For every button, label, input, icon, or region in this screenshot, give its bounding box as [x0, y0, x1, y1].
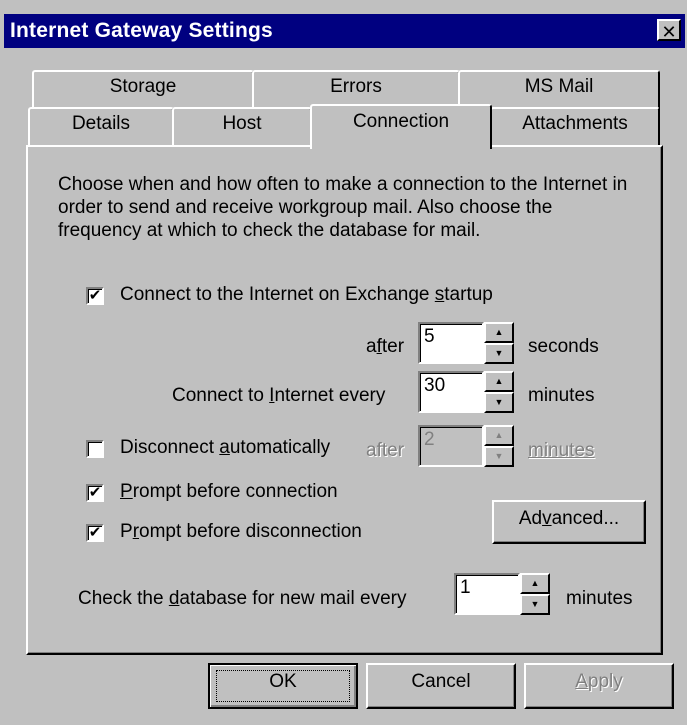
dialog-window: Internet Gateway Settings ✕ Storage Erro… — [0, 0, 687, 725]
description-text: Choose when and how often to make a conn… — [58, 174, 628, 241]
checkmark-icon: ✔ — [88, 484, 102, 501]
check-database-spinner[interactable]: ▲ ▼ — [520, 573, 550, 615]
window-title: Internet Gateway Settings — [10, 19, 273, 42]
label-accel: P — [120, 481, 133, 502]
connect-on-startup-checkbox[interactable]: ✔ — [86, 287, 104, 305]
minutes-unit-label: minutes — [528, 385, 595, 406]
label-text: ompt before disconnection — [139, 521, 362, 542]
label-text: Ad — [518, 508, 543, 529]
tab-storage[interactable]: Storage — [32, 70, 254, 110]
spin-down-icon[interactable]: ▼ — [484, 446, 514, 467]
disconnect-after-label: after — [366, 440, 405, 461]
label-text: ter — [381, 336, 405, 357]
check-database-label: Check the database for new mail every — [78, 588, 406, 610]
label-text: anced... — [551, 508, 620, 529]
spin-up-icon[interactable]: ▲ — [484, 371, 514, 392]
ok-button[interactable]: OK — [208, 663, 358, 709]
disconnect-minutes-label: minutes — [528, 440, 595, 461]
prompt-before-disconnection-label[interactable]: Prompt before disconnection — [120, 521, 362, 543]
startup-delay-spinner[interactable]: ▲ ▼ — [484, 322, 514, 364]
label-text: Cancel — [411, 671, 471, 692]
disconnect-automatically-label[interactable]: Disconnect automatically — [120, 437, 330, 459]
checkmark-icon: ✔ — [88, 287, 102, 304]
label-accel: v — [542, 508, 552, 529]
label-text: Connect to — [172, 385, 270, 406]
prompt-before-disconnection-checkbox[interactable]: ✔ — [86, 524, 104, 542]
connect-on-startup-label[interactable]: Connect to the Internet on Exchange star… — [120, 284, 493, 306]
tab-attachments[interactable]: Attachments — [490, 107, 660, 147]
title-bar[interactable]: Internet Gateway Settings ✕ — [4, 14, 685, 48]
checkmark-icon: ✔ — [88, 524, 102, 541]
check-database-minutes-label: minutes — [566, 588, 633, 609]
apply-button[interactable]: Apply — [524, 663, 674, 709]
tab-details[interactable]: Details — [28, 107, 174, 147]
close-icon[interactable]: ✕ — [657, 19, 681, 42]
advanced-button[interactable]: Advanced... — [492, 500, 646, 544]
tab-host[interactable]: Host — [172, 107, 312, 147]
spin-down-icon[interactable]: ▼ — [484, 343, 514, 364]
label-accel: s — [434, 284, 445, 305]
label-accel: A — [575, 671, 588, 692]
disconnect-automatically-checkbox[interactable] — [86, 440, 104, 458]
cancel-button[interactable]: Cancel — [366, 663, 516, 709]
connect-every-label: Connect to Internet every — [172, 385, 385, 407]
label-text: a — [366, 336, 377, 357]
label-text: Check the — [78, 588, 169, 609]
label-text: rompt before connection — [132, 481, 338, 502]
label-text: OK — [269, 671, 297, 692]
label-text: atabase for new mail every — [179, 588, 407, 609]
tab-connection[interactable]: Connection — [310, 104, 492, 149]
prompt-before-connection-checkbox[interactable]: ✔ — [86, 484, 104, 502]
label-text: pply — [587, 671, 623, 692]
connect-interval-spinner[interactable]: ▲ ▼ — [484, 371, 514, 413]
label-text: Disconnect — [120, 437, 220, 458]
spin-up-icon[interactable]: ▲ — [520, 573, 550, 594]
prompt-before-connection-label[interactable]: Prompt before connection — [120, 481, 338, 503]
spin-up-icon[interactable]: ▲ — [484, 322, 514, 343]
label-text: nternet every — [274, 385, 386, 406]
connect-interval-input[interactable]: 30 — [418, 371, 484, 413]
spin-down-icon[interactable]: ▼ — [520, 594, 550, 615]
label-accel: a — [219, 437, 230, 458]
label-text: P — [120, 521, 133, 542]
seconds-unit-label: seconds — [528, 336, 599, 357]
spin-up-icon[interactable]: ▲ — [484, 425, 514, 446]
disconnect-delay-spinner[interactable]: ▲ ▼ — [484, 425, 514, 467]
spin-down-icon[interactable]: ▼ — [484, 392, 514, 413]
startup-delay-input[interactable]: 5 — [418, 322, 484, 364]
label-accel: d — [168, 588, 180, 609]
label-text: utomatically — [229, 437, 331, 458]
after-label: after — [366, 336, 404, 358]
label-text: tartup — [444, 284, 493, 305]
check-database-interval-input[interactable]: 1 — [454, 573, 520, 615]
disconnect-delay-input[interactable]: 2 — [418, 425, 484, 467]
label-text: Connect to the Internet on Exchange — [120, 284, 435, 305]
